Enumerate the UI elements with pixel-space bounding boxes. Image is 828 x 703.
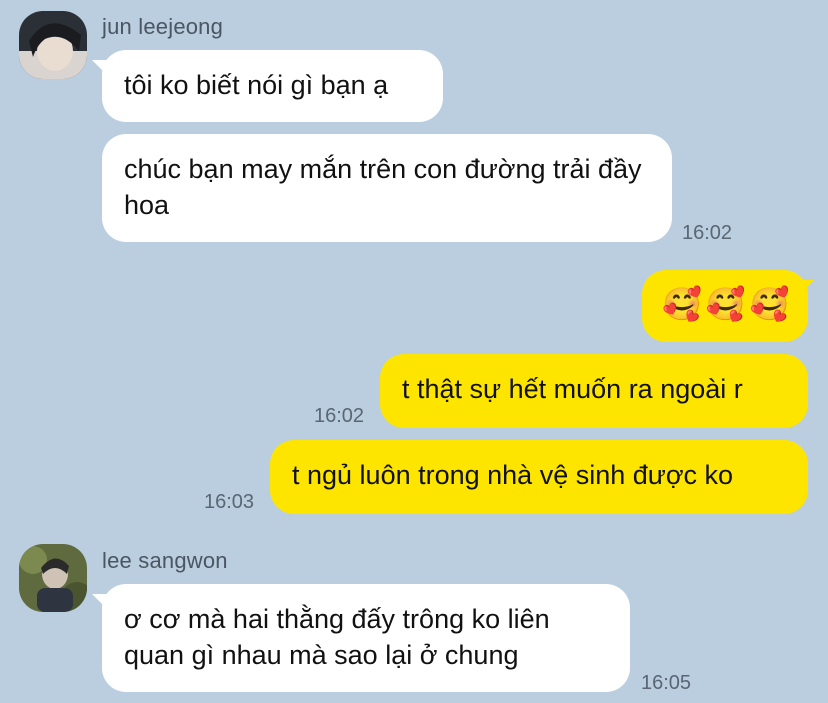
message-text: t ngủ luôn trong nhà vệ sinh được ko [292, 460, 734, 490]
message-text: chúc bạn may mắn trên con đường trải đầy… [124, 154, 642, 220]
smiling-face-with-hearts-icon: 🥰 [749, 286, 790, 322]
message-timestamp: 16:03 [204, 491, 255, 513]
outgoing-message[interactable]: t ngủ luôn trong nhà vệ sinh được ko [270, 440, 808, 514]
message-timestamp: 16:02 [314, 405, 365, 427]
incoming-message[interactable]: tôi ko biết nói gì bạn ạ [102, 50, 443, 122]
message-text: tôi ko biết nói gì bạn ạ [124, 70, 389, 100]
avatar-lee-sangwon[interactable] [19, 544, 87, 612]
message-text: ơ cơ mà hai thằng đấy trông ko liên quan… [124, 604, 550, 670]
outgoing-emoji-message[interactable]: 🥰 🥰 🥰 [642, 270, 808, 342]
smiling-face-with-hearts-icon: 🥰 [662, 286, 702, 322]
outgoing-message[interactable]: t thật sự hết muốn ra ngoài r [380, 354, 808, 428]
incoming-message[interactable]: ơ cơ mà hai thằng đấy trông ko liên quan… [102, 584, 630, 692]
message-timestamp: 16:02 [682, 222, 733, 244]
sender-name: jun leejeong [102, 14, 224, 39]
smiling-face-with-hearts-icon: 🥰 [705, 286, 746, 322]
message-text: t thật sự hết muốn ra ngoài r [402, 374, 743, 404]
avatar-jun-leejeong[interactable] [19, 11, 87, 79]
sender-name: lee sangwon [102, 548, 228, 573]
message-timestamp: 16:05 [641, 672, 692, 694]
incoming-message[interactable]: chúc bạn may mắn trên con đường trải đầy… [102, 134, 672, 242]
